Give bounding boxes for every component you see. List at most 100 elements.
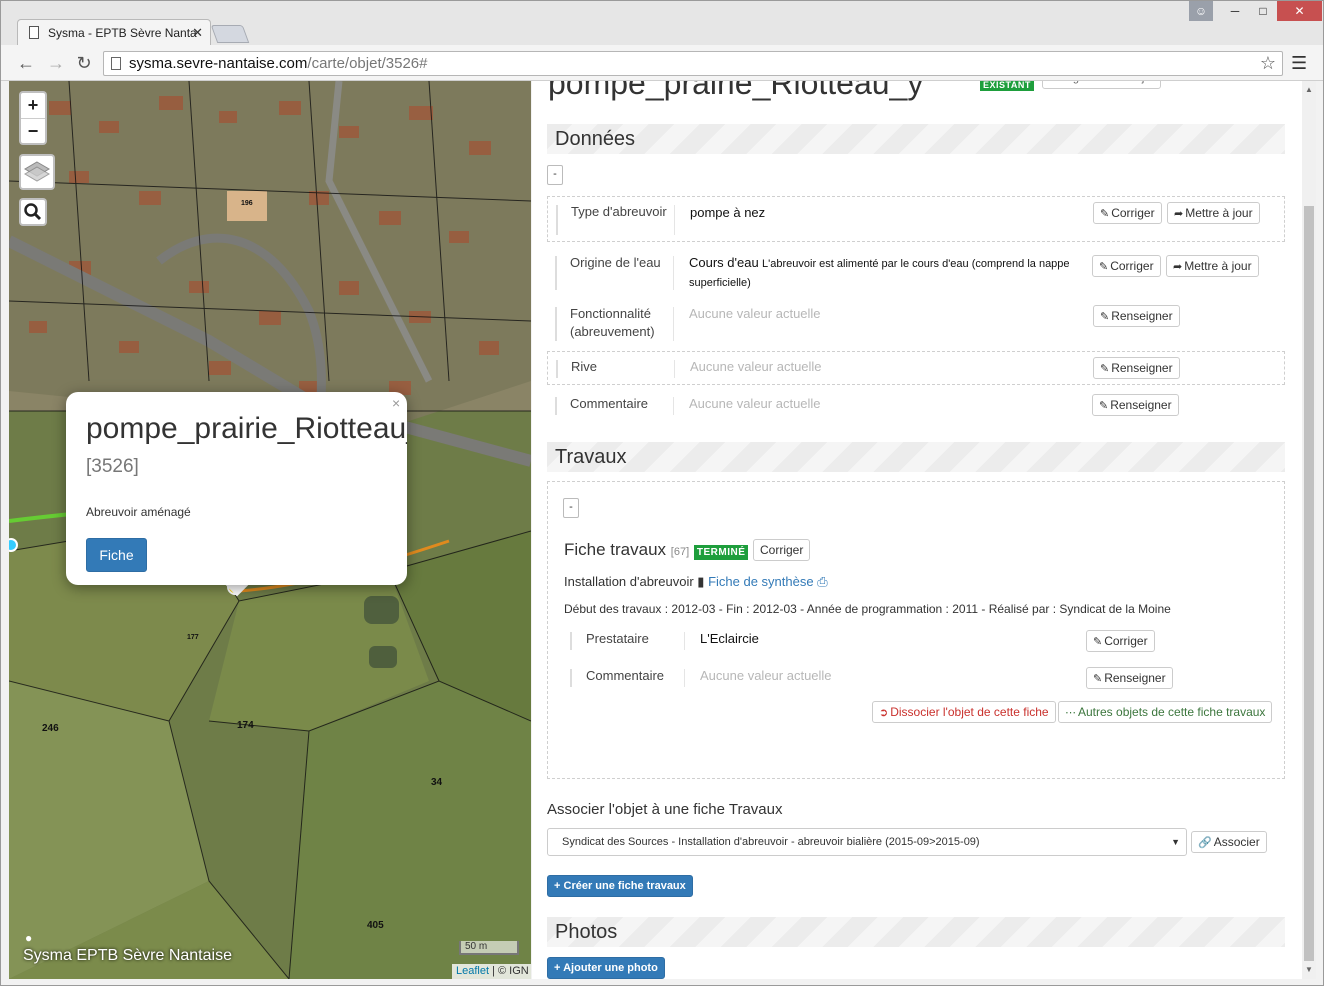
parcel-label: 405 <box>367 920 384 931</box>
user-icon[interactable]: ☺ <box>1189 1 1213 21</box>
popup-object-type: Abreuvoir aménagé <box>86 505 191 519</box>
renseigner-button[interactable]: ✎ Renseigner <box>1093 357 1180 379</box>
row-label: Commentaire <box>570 396 649 411</box>
renseigner-button[interactable]: ✎ Renseigner <box>1093 305 1180 327</box>
new-tab-button[interactable] <box>210 25 250 43</box>
layers-icon <box>24 161 50 182</box>
row-value: pompe à nez <box>690 205 766 220</box>
data-row-rive: Rive Aucune valeur actuelle ✎ Renseigner <box>547 351 1285 385</box>
installation-line: Installation d'abreuvoir ▮ Fiche de synt… <box>564 574 828 590</box>
scroll-up-icon[interactable]: ▲ <box>1305 85 1313 94</box>
navigation-bar: ← → ↻ sysma.sevre-nantaise.com/carte/obj… <box>1 45 1323 81</box>
pencil-icon: ✎ <box>1093 673 1103 685</box>
donnees-heading: Données <box>547 124 1285 154</box>
browser-tab[interactable]: Sysma - EPTB Sèvre Nanta ✕ <box>17 19 211 45</box>
window-close-icon[interactable]: ✕ <box>1277 1 1322 21</box>
pencil-icon: ✎ <box>1100 363 1110 375</box>
pencil-icon: ✎ <box>1099 400 1109 412</box>
dissocier-button[interactable]: ➲ Dissocier l'objet de cette fiche <box>872 701 1056 723</box>
scrollbar-thumb[interactable] <box>1304 206 1314 961</box>
travaux-row-commentaire: Commentaire Aucune valeur actuelle ✎ Rens… <box>548 661 1278 695</box>
back-arrow-icon[interactable]: ← <box>15 52 37 74</box>
parcel-label: 34 <box>431 777 443 788</box>
row-value: Aucune valeur actuelle <box>689 396 821 411</box>
donnees-toggle-button[interactable]: - <box>547 165 563 185</box>
menu-hamburger-icon[interactable]: ☰ <box>1291 53 1307 74</box>
leaflet-link[interactable]: Leaflet <box>456 965 489 977</box>
mettre-a-jour-button[interactable]: ➦ Mettre à jour <box>1166 255 1259 277</box>
renseigner-button[interactable]: ✎ Renseigner <box>1092 394 1179 416</box>
map-footer-label: Sysma EPTB Sèvre Nantaise <box>23 947 232 964</box>
reload-icon[interactable]: ↻ <box>73 52 95 74</box>
sign-out-icon: ➲ <box>879 707 889 719</box>
row-value: Aucune valeur actuelle <box>690 359 822 374</box>
fiche-number: [67] <box>670 546 690 558</box>
edit-object-button[interactable]: Corriger la fiche objet <box>1042 81 1161 89</box>
travaux-box: - Fiche travaux [67] TERMINÉ Corriger In… <box>547 481 1285 779</box>
corriger-button[interactable]: ✎ Corriger <box>1092 255 1161 277</box>
pencil-icon: ✎ <box>1099 261 1109 273</box>
document-icon <box>111 57 121 70</box>
associer-title: Associer l'objet à une fiche Travaux <box>547 801 783 818</box>
pencil-icon: ✎ <box>1100 311 1110 323</box>
print-icon[interactable]: ⎙ <box>817 574 827 589</box>
scroll-down-icon[interactable]: ▼ <box>1305 965 1313 974</box>
chevron-down-icon: ▼ <box>1171 837 1180 847</box>
fiche-corriger-button[interactable]: Corriger <box>753 539 811 561</box>
corriger-button[interactable]: ✎ Corriger <box>1086 630 1155 652</box>
ellipsis-icon: ⋯ <box>1065 707 1076 719</box>
ajouter-photo-button[interactable]: + Ajouter une photo <box>547 957 665 979</box>
autres-objets-button[interactable]: ⋯ Autres objets de cette fiche travaux <box>1058 701 1273 723</box>
forward-arrow-icon[interactable]: → <box>45 52 67 74</box>
bookmark-star-icon[interactable]: ☆ <box>1260 52 1276 75</box>
ign-attribution: IGN <box>509 965 529 977</box>
panel-scrollbar[interactable]: ▲ ▼ <box>1302 81 1316 979</box>
maximize-icon[interactable]: □ <box>1249 1 1277 21</box>
corriger-button[interactable]: ✎ Corriger <box>1093 202 1162 224</box>
travaux-dates: Début des travaux : 2012-03 - Fin : 2012… <box>564 602 1171 616</box>
search-icon <box>24 203 42 221</box>
layers-button[interactable] <box>19 154 55 190</box>
popup-close-icon[interactable]: × <box>392 395 400 411</box>
popup-fiche-button[interactable]: Fiche <box>86 538 147 572</box>
fiche-travaux-select[interactable]: Syndicat des Sources - Installation d'ab… <box>547 828 1187 856</box>
row-label: Rive <box>571 359 598 374</box>
status-badge: EXISTANT <box>980 81 1034 91</box>
tab-close-icon[interactable]: ✕ <box>192 25 203 41</box>
travaux-heading: Travaux <box>547 442 1285 472</box>
parcel-label: 196 <box>241 200 253 207</box>
fiche-synthese-link[interactable]: Fiche de synthèse <box>708 574 814 589</box>
row-value: Aucune valeur actuelle <box>700 668 832 683</box>
zoom-in-button[interactable]: + <box>21 93 45 118</box>
creer-fiche-button[interactable]: + Créer une fiche travaux <box>547 875 693 897</box>
mettre-a-jour-button[interactable]: ➦ Mettre à jour <box>1167 202 1260 224</box>
object-panel: pompe_prairie_Riotteau_y EXISTANT Corrig… <box>532 81 1302 979</box>
minimize-icon[interactable]: ─ <box>1221 1 1249 21</box>
map-marker-icon: ● <box>25 931 33 945</box>
plus-icon: + <box>554 962 561 974</box>
page-icon <box>29 26 39 39</box>
map-view[interactable]: 246 174 34 405 177 196 + − pompe_prairie… <box>9 81 531 979</box>
travaux-toggle-button[interactable]: - <box>563 498 579 518</box>
renseigner-button[interactable]: ✎ Renseigner <box>1086 667 1173 689</box>
pencil-icon: ✎ <box>1100 208 1110 220</box>
object-title: pompe_prairie_Riotteau_y <box>548 81 924 101</box>
travaux-row-prestataire: Prestataire L'Eclaircie ✎ Corriger <box>548 624 1278 658</box>
row-label: Type d'abreuvoir <box>571 204 667 219</box>
url-path: /carte/objet/3526# <box>307 55 428 72</box>
row-value: Cours d'eau L'abreuvoir est alimenté par… <box>689 255 1070 289</box>
map-scale: 50 m <box>459 941 519 955</box>
data-row-fonctionnalite: Fonctionnalité (abreuvement) Aucune vale… <box>547 299 1285 349</box>
installation-label: Installation d'abreuvoir <box>564 574 694 589</box>
title-bar: Sysma - EPTB Sèvre Nanta ✕ ☺ ─ □ ✕ <box>1 1 1323 45</box>
row-label: Prestataire <box>586 631 649 646</box>
associer-button[interactable]: 🔗 Associer <box>1191 831 1267 853</box>
tab-title: Sysma - EPTB Sèvre Nanta <box>48 26 197 40</box>
parcel-label: 246 <box>42 723 59 734</box>
photos-heading: Photos <box>547 917 1285 947</box>
window-controls: ☺ ─ □ ✕ <box>1189 1 1322 21</box>
map-search-button[interactable] <box>19 198 47 226</box>
address-bar[interactable]: sysma.sevre-nantaise.com/carte/objet/352… <box>103 51 1283 76</box>
link-icon: 🔗 <box>1198 837 1212 849</box>
zoom-out-button[interactable]: − <box>21 118 45 143</box>
